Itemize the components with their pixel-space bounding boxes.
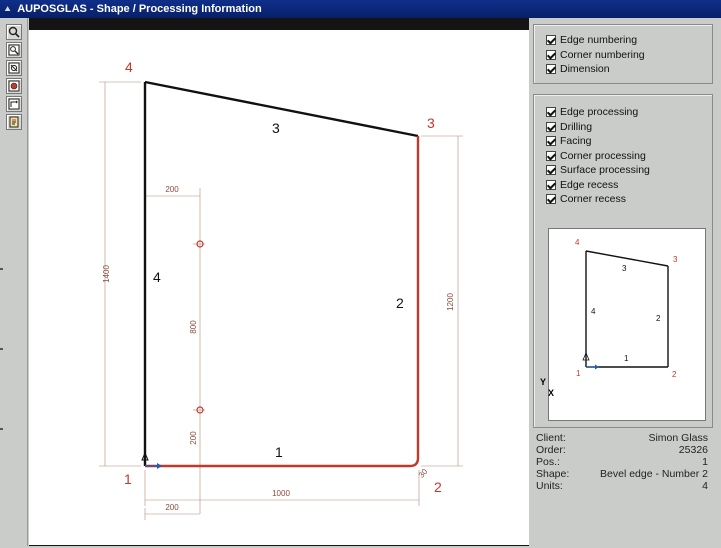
preview-corner-4: 4 — [575, 238, 580, 247]
shape-value: Bevel edge - Number 2 — [600, 468, 708, 480]
corner-processing-checkbox[interactable] — [546, 150, 556, 161]
preview-axis-y-label: Y — [540, 377, 547, 387]
preview-corner-1: 1 — [576, 369, 581, 378]
dimension-texts: 1400 1200 1000 200 200 800 200 30 — [102, 185, 455, 512]
preview-corner-3: 3 — [673, 255, 678, 264]
corner-label-2: 2 — [434, 479, 442, 495]
edge-recess-checkbox[interactable] — [546, 179, 556, 190]
option-edge-processing[interactable]: Edge processing — [534, 105, 712, 120]
corner-label-4: 4 — [125, 59, 133, 75]
client-value: Simon Glass — [648, 432, 708, 444]
dim-bottom-width: 1000 — [272, 489, 290, 498]
zoom-toolbar — [0, 18, 28, 546]
edge-2-line — [409, 136, 420, 468]
toolbar-marker — [0, 428, 3, 430]
option-corner-processing[interactable]: Corner processing — [534, 149, 712, 164]
dim-left-height: 1400 — [102, 265, 111, 283]
preview-shape — [585, 250, 669, 368]
dim-hole-vertical-offset: 200 — [189, 431, 198, 445]
window-title: AUPOSGLAS - Shape / Processing Informati… — [17, 3, 262, 15]
preview-edge-3 — [585, 250, 669, 267]
display-options-panel: Edge numbering Corner numbering Dimensio… — [533, 24, 713, 84]
info-row-order: Order: 25326 — [536, 444, 708, 456]
drawing-canvas[interactable]: 1400 1200 1000 200 200 800 200 30 1 2 3 … — [29, 30, 529, 545]
dimension-checkbox[interactable] — [546, 64, 556, 75]
glass-shape — [143, 80, 420, 468]
info-row-pos: Pos.: 1 — [536, 456, 708, 468]
corner-label-1: 1 — [124, 471, 132, 487]
option-drilling[interactable]: Drilling — [534, 120, 712, 135]
zoom-window-icon[interactable] — [6, 42, 22, 58]
info-row-units: Units: 4 — [536, 480, 708, 492]
preview-edge-label-1: 1 — [624, 354, 629, 363]
info-row-client: Client: Simon Glass — [536, 432, 708, 444]
title-bar: ⯅ AUPOSGLAS - Shape / Processing Informa… — [0, 0, 721, 18]
order-info: Client: Simon Glass Order: 25326 Pos.: 1 Sh… — [536, 432, 708, 492]
option-corner-recess[interactable]: Corner recess — [534, 192, 712, 207]
dim-right-height: 1200 — [446, 293, 455, 311]
option-surface-processing[interactable]: Surface processing — [534, 163, 712, 178]
dim-hole-offset-bottom: 200 — [165, 503, 179, 512]
edge-label-2: 2 — [396, 295, 404, 311]
dim-hole-offset-top: 200 — [165, 185, 179, 194]
corner-recess-checkbox[interactable] — [546, 194, 556, 205]
info-row-shape: Shape: Bevel edge - Number 2 — [536, 468, 708, 480]
edge-3-line — [144, 80, 419, 138]
shape-preview: 1 2 3 4 1 2 3 4 Y X Y X — [540, 228, 706, 421]
edge-label-3: 3 — [272, 120, 280, 136]
edge-numbering-checkbox[interactable] — [546, 35, 556, 46]
corner-numbers: 1 2 3 4 — [124, 59, 442, 495]
preview-corner-2: 2 — [672, 370, 677, 379]
zoom-previous-icon[interactable] — [6, 96, 22, 112]
edge-numbers: 1 2 3 4 — [153, 120, 404, 460]
dim-hole-spacing: 800 — [189, 320, 198, 334]
pos-value: 1 — [702, 456, 708, 468]
option-edge-numbering[interactable]: Edge numbering — [534, 33, 712, 48]
toolbar-marker — [0, 268, 3, 270]
zoom-icon[interactable] — [6, 24, 22, 40]
print-icon[interactable] — [6, 114, 22, 130]
option-corner-numbering[interactable]: Corner numbering — [534, 48, 712, 63]
preview-edge-label-2: 2 — [656, 314, 661, 323]
order-value: 25326 — [678, 444, 708, 456]
edge-label-4: 4 — [153, 269, 161, 285]
zoom-fit-icon[interactable] — [6, 60, 22, 76]
preview-axis-x-label: X — [548, 388, 555, 398]
edge-label-1: 1 — [275, 444, 283, 460]
option-edge-recess[interactable]: Edge recess — [534, 178, 712, 193]
preview-edge-numbers: 1 2 3 4 — [591, 264, 661, 363]
units-value: 4 — [702, 480, 708, 492]
edge-processing-checkbox[interactable] — [546, 107, 556, 118]
drilling-checkbox[interactable] — [546, 121, 556, 132]
corner-label-3: 3 — [427, 115, 435, 131]
app-icon: ⯅ — [4, 3, 12, 14]
toolbar-marker — [0, 348, 3, 350]
surface-processing-checkbox[interactable] — [546, 165, 556, 176]
option-dimension[interactable]: Dimension — [534, 62, 712, 77]
drawing-frame: 1400 1200 1000 200 200 800 200 30 1 2 3 … — [29, 18, 529, 546]
preview-edge-label-3: 3 — [622, 264, 627, 273]
corner-numbering-checkbox[interactable] — [546, 49, 556, 60]
preview-edge-label-4: 4 — [591, 307, 596, 316]
shape-drawing: 1400 1200 1000 200 200 800 200 30 1 2 3 … — [99, 59, 463, 520]
preview-drawing: 1 2 3 4 1 2 3 4 Y X — [575, 238, 678, 379]
facing-checkbox[interactable] — [546, 136, 556, 147]
option-facing[interactable]: Facing — [534, 134, 712, 149]
zoom-shape-icon[interactable] — [6, 78, 22, 94]
